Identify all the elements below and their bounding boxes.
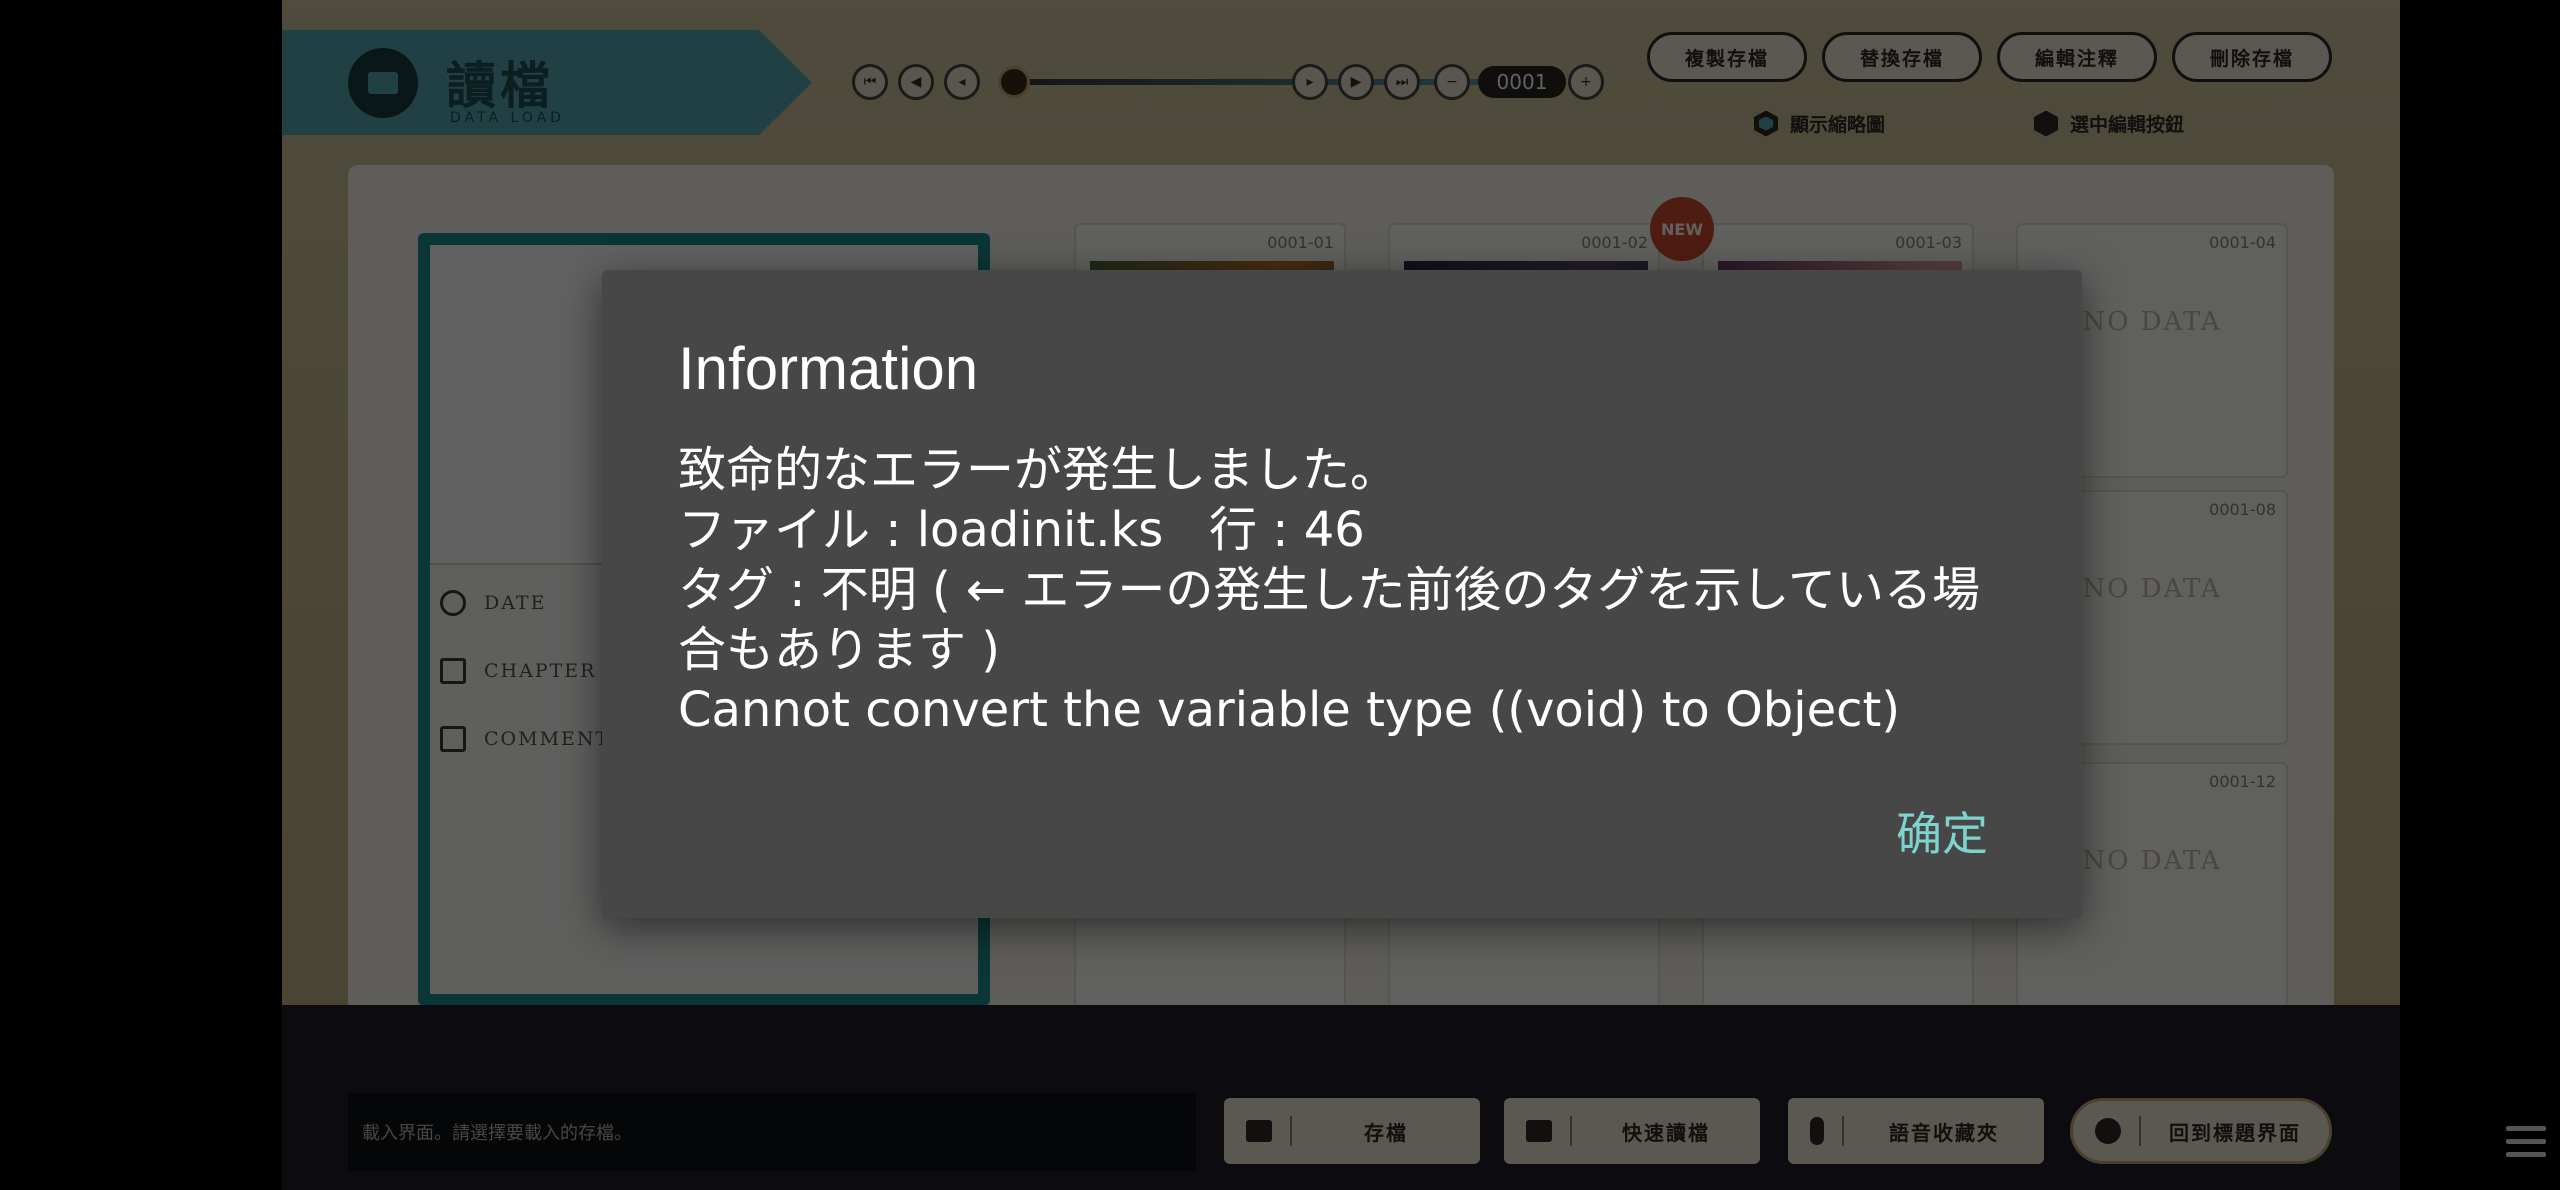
info-chapter: CHAPTER [440, 658, 596, 684]
edit-comment-button[interactable]: 編輯注釋 [1997, 32, 2157, 82]
note-icon [440, 726, 466, 752]
new-badge: NEW [1650, 197, 1714, 261]
edit-buttons-label: 選中編輯按鈕 [2070, 114, 2185, 136]
plus-icon[interactable]: + [1568, 64, 1604, 100]
replace-save-button[interactable]: 替換存檔 [1822, 32, 1982, 82]
dialog-message: 致命的なエラーが発生しました。 ファイル : loadinit.ks 行 : 4… [678, 440, 2018, 740]
slot-id: 0001-02 [1581, 233, 1648, 252]
copy-save-button[interactable]: 複製存檔 [1647, 32, 1807, 82]
save-button[interactable]: 存檔 [1224, 1098, 1480, 1164]
dialog-line: 致命的なエラーが発生しました。 [678, 442, 1399, 498]
save-button-label: 存檔 [1364, 1120, 1408, 1145]
chapter-label: CHAPTER [484, 660, 597, 682]
skip-prev-icon[interactable]: ◀ [898, 64, 934, 100]
film-reel-icon [2095, 1118, 2121, 1144]
prev-icon[interactable]: ◂ [944, 64, 980, 100]
next-icon[interactable]: ▸ [1292, 64, 1328, 100]
quick-load-button[interactable]: 快速讀檔 [1504, 1098, 1760, 1164]
show-thumbnails-label: 顯示縮略圖 [1790, 114, 1886, 136]
dialog-line: タグ : 不明 ( ← エラーの発生した前後のタグを示している場合もあります ) [678, 562, 1980, 678]
book-icon [440, 658, 466, 684]
skip-last-icon[interactable]: ⏭ [1384, 64, 1420, 100]
ok-button[interactable]: 确定 [1896, 798, 1988, 864]
voice-favorites-button[interactable]: 語音收藏夾 [1788, 1098, 2044, 1164]
delete-save-button[interactable]: 刪除存檔 [2172, 32, 2332, 82]
folder-save-icon [1246, 1120, 1272, 1142]
info-date: DATE [440, 590, 546, 616]
show-thumbnails-toggle[interactable]: 顯示縮略圖 [1754, 110, 1885, 137]
skip-first-icon[interactable]: ⏮ [852, 64, 888, 100]
slot-id: 0001-01 [1267, 233, 1334, 252]
page-slider-knob[interactable] [998, 66, 1030, 98]
quick-load-label: 快速讀檔 [1622, 1120, 1710, 1145]
return-title-button[interactable]: 回到標題界面 [2070, 1098, 2332, 1164]
date-label: DATE [484, 592, 547, 614]
page-number: 0001 [1478, 66, 1566, 98]
dialog-line: ファイル : loadinit.ks 行 : 46 [678, 502, 1365, 558]
slot-id: 0001-12 [2209, 772, 2276, 791]
minus-icon[interactable]: − [1434, 64, 1470, 100]
return-title-label: 回到標題界面 [2169, 1120, 2301, 1145]
menu-icon[interactable] [2506, 1126, 2546, 1170]
page-subtitle: DATA LOAD [450, 110, 565, 126]
dialog-title: Information [678, 335, 979, 402]
page-title: 讀檔 [446, 57, 554, 115]
comment-label: COMMENT [484, 728, 611, 750]
edit-buttons-toggle[interactable]: 選中編輯按鈕 [2034, 110, 2184, 137]
voice-favorites-label: 語音收藏夾 [1889, 1120, 1999, 1145]
slot-id: 0001-08 [2209, 500, 2276, 519]
folder-load-icon [1526, 1120, 1552, 1142]
hexagon-icon [2034, 110, 2058, 137]
header-banner: 讀檔 DATA LOAD [282, 30, 812, 135]
microphone-icon [1810, 1117, 1824, 1145]
folder-icon [348, 48, 418, 118]
hexagon-check-icon [1754, 110, 1778, 137]
error-dialog: Information 致命的なエラーが発生しました。 ファイル : loadi… [602, 270, 2082, 918]
slot-id: 0001-03 [1895, 233, 1962, 252]
clock-icon [440, 590, 466, 616]
dialog-line: Cannot convert the variable type ((void)… [678, 682, 1901, 738]
info-comment: COMMENT [440, 726, 610, 752]
status-text: 載入界面。請選擇要載入的存檔。 [348, 1093, 1196, 1171]
slot-id: 0001-04 [2209, 233, 2276, 252]
skip-next-icon[interactable]: ▶ [1338, 64, 1374, 100]
